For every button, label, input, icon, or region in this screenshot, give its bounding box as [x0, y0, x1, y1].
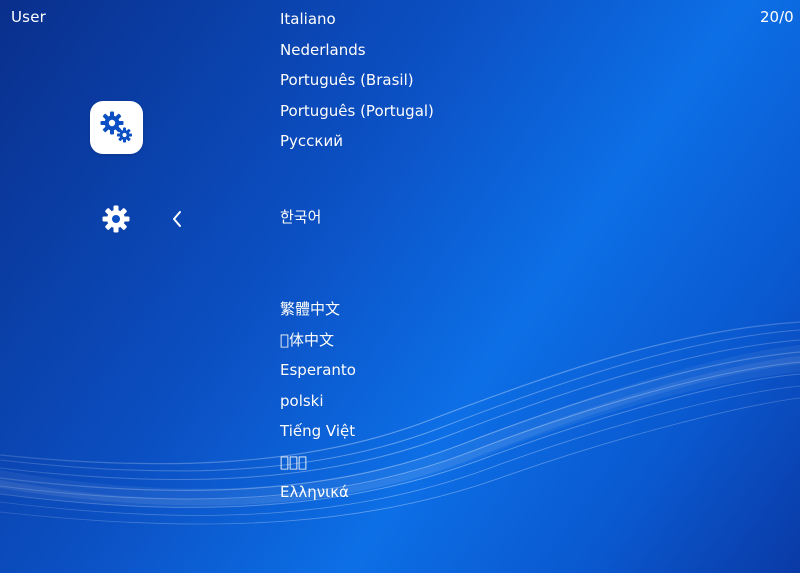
list-item-traditional-chinese[interactable]: 繁體中文 — [280, 299, 340, 319]
language-list: Italiano Nederlands Português (Brasil) P… — [0, 0, 800, 573]
list-item-polski[interactable]: polski — [280, 391, 324, 411]
list-item-esperanto[interactable]: Esperanto — [280, 360, 356, 380]
list-item-italiano[interactable]: Italiano — [280, 9, 336, 29]
list-item-arabic[interactable]: 􏿾􏿾􏿾 — [280, 452, 307, 472]
list-item-nederlands[interactable]: Nederlands — [280, 40, 366, 60]
list-item-korean-selected[interactable]: 한국어 — [280, 207, 321, 227]
list-item-vietnamese[interactable]: Tiếng Việt — [280, 421, 355, 441]
list-item-greek[interactable]: Ελληνικά — [280, 482, 349, 502]
list-item-russian[interactable]: Русский — [280, 131, 343, 151]
list-item-simplified-chinese[interactable]: 􏿾体中文 — [280, 330, 334, 350]
list-item-portugues-portugal[interactable]: Português (Portugal) — [280, 101, 434, 121]
list-item-portugues-brasil[interactable]: Português (Brasil) — [280, 70, 414, 90]
